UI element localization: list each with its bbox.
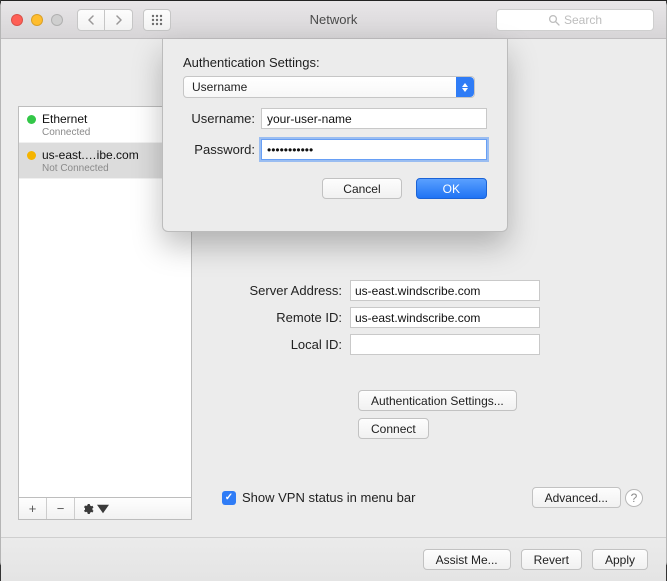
local-id-label: Local ID: [200, 337, 350, 352]
cancel-button[interactable]: Cancel [322, 178, 401, 199]
grid-icon [151, 14, 163, 26]
show-vpn-row: ✓ Show VPN status in menu bar [222, 490, 415, 505]
search-placeholder: Search [564, 13, 602, 27]
assist-me-button[interactable]: Assist Me... [423, 549, 511, 570]
status-dot-icon [27, 115, 36, 124]
chevron-down-icon [97, 503, 109, 515]
ok-button[interactable]: OK [416, 178, 487, 199]
nav-buttons [77, 9, 133, 31]
updown-icon [456, 77, 474, 97]
password-row: Password: [183, 139, 487, 160]
back-button[interactable] [77, 9, 105, 31]
preferences-window: Network Search Ethernet Connected us-eas… [0, 0, 667, 568]
action-menu-button[interactable] [75, 498, 115, 519]
advanced-button[interactable]: Advanced... [532, 487, 621, 508]
close-window-button[interactable] [11, 14, 23, 26]
help-button[interactable]: ? [625, 489, 643, 507]
server-address-row: Server Address: [200, 280, 540, 301]
auth-type-value: Username [192, 80, 247, 94]
sheet-buttons: Cancel OK [183, 178, 487, 199]
username-row: Username: [183, 108, 487, 129]
show-vpn-checkbox[interactable]: ✓ [222, 491, 236, 505]
minimize-window-button[interactable] [31, 14, 43, 26]
server-address-field[interactable] [350, 280, 540, 301]
server-address-label: Server Address: [200, 283, 350, 298]
local-id-field[interactable] [350, 334, 540, 355]
forward-button[interactable] [105, 9, 133, 31]
show-all-button[interactable] [143, 9, 171, 31]
remote-id-label: Remote ID: [200, 310, 350, 325]
auth-type-select[interactable]: Username [183, 76, 475, 98]
zoom-window-button[interactable] [51, 14, 63, 26]
remove-service-button[interactable]: − [47, 498, 75, 519]
bottom-bar: Assist Me... Revert Apply [1, 537, 666, 581]
connect-button[interactable]: Connect [358, 418, 429, 439]
add-service-button[interactable]: + [19, 498, 47, 519]
password-label: Password: [183, 142, 261, 157]
search-input[interactable]: Search [496, 9, 654, 31]
network-name: Ethernet [42, 112, 87, 126]
titlebar: Network Search [1, 1, 666, 39]
apply-button[interactable]: Apply [592, 549, 648, 570]
username-field[interactable] [261, 108, 487, 129]
content-area: Ethernet Connected us-east.…ibe.com Not … [1, 39, 666, 567]
search-icon [548, 14, 560, 26]
remote-id-field[interactable] [350, 307, 540, 328]
local-id-row: Local ID: [200, 334, 540, 355]
username-label: Username: [183, 111, 261, 126]
network-name: us-east.…ibe.com [42, 148, 139, 162]
show-vpn-label: Show VPN status in menu bar [242, 490, 415, 505]
auth-settings-row: Authentication Settings... [358, 390, 517, 411]
connect-row: Connect [358, 418, 429, 439]
password-field[interactable] [261, 139, 487, 160]
traffic-lights [11, 14, 63, 26]
authentication-sheet: Authentication Settings: Username Userna… [162, 39, 508, 232]
authentication-settings-button[interactable]: Authentication Settings... [358, 390, 517, 411]
list-footer: + − [18, 498, 192, 520]
sheet-title: Authentication Settings: [183, 55, 487, 70]
chevron-left-icon [87, 15, 95, 25]
remote-id-row: Remote ID: [200, 307, 540, 328]
chevron-right-icon [115, 15, 123, 25]
revert-button[interactable]: Revert [521, 549, 582, 570]
gear-icon [82, 503, 94, 515]
status-dot-icon [27, 151, 36, 160]
